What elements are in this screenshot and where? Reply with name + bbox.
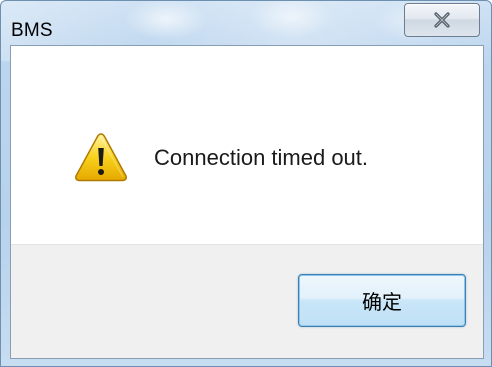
message-panel: Connection timed out. — [11, 46, 483, 244]
ok-button[interactable]: 确定 — [298, 274, 466, 327]
window-title: BMS — [11, 20, 53, 41]
close-icon — [433, 12, 451, 28]
warning-icon — [73, 131, 129, 183]
dialog-client-area: Connection timed out. 确定 — [10, 45, 484, 359]
button-panel: 确定 — [11, 244, 483, 358]
close-button[interactable] — [404, 3, 480, 37]
dialog-window: BMS Connection timed out. 确定 — [0, 0, 492, 367]
message-text: Connection timed out. — [154, 145, 369, 170]
